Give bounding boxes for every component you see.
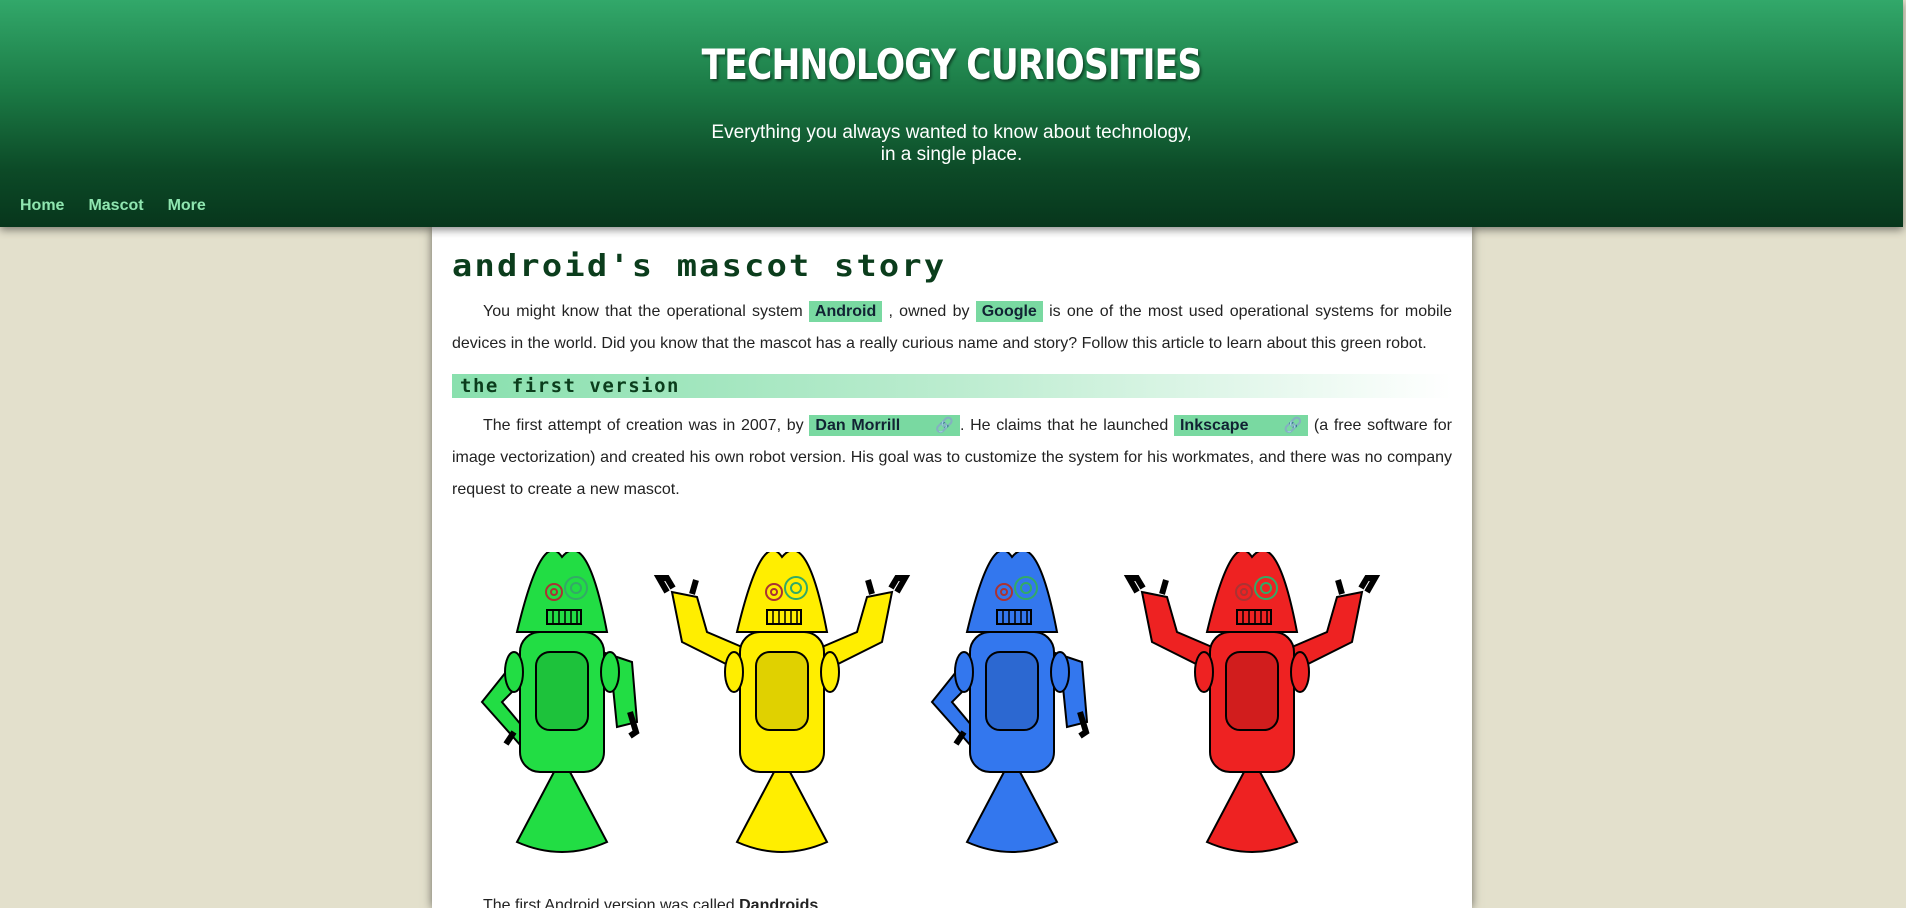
dan-morrill-label: Dan Morrill (815, 417, 901, 434)
intro-paragraph: You might know that the operational syst… (452, 296, 1452, 360)
blue-robot (930, 552, 1090, 853)
green-robot (480, 552, 640, 853)
inkscape-link[interactable]: Inkscape 🔗 (1173, 415, 1309, 436)
red-robot (1123, 552, 1381, 853)
fv-text-1: The first attempt of creation was in 200… (483, 417, 804, 434)
article-content: Android's mascot story You might know th… (432, 227, 1472, 908)
page-title: Android's mascot story (452, 249, 947, 284)
section-title-first-version: The first version (452, 374, 1452, 398)
site-header: TECHNOLOGY CURIOSITIES Everything you al… (0, 0, 1903, 227)
nav-mascot[interactable]: Mascot (88, 197, 143, 215)
yellow-robot (653, 552, 911, 853)
first-version-paragraph: The first attempt of creation was in 200… (452, 410, 1452, 506)
cut-text: The first Android version was called (483, 897, 735, 908)
dandroids-bold: Dandroids (739, 897, 819, 908)
android-highlight: Android (808, 301, 883, 322)
tagline-line-1: Everything you always wanted to know abo… (711, 122, 1192, 143)
site-title: TECHNOLOGY CURIOSITIES (701, 40, 1203, 89)
nav-more[interactable]: More (168, 197, 206, 215)
site-tagline: Everything you always wanted to know abo… (0, 122, 1903, 166)
intro-text-1: You might know that the operational syst… (483, 303, 803, 320)
nav-home[interactable]: Home (20, 197, 64, 215)
link-icon: 🔗 (1283, 417, 1303, 434)
inkscape-label: Inkscape (1179, 417, 1249, 434)
tagline-line-2: in a single place. (880, 144, 1023, 165)
main-nav: Home Mascot More (20, 197, 206, 215)
robots-illustration (480, 552, 1381, 853)
next-paragraph-partial: The first Android version was called Dan… (452, 897, 818, 908)
robot-mascots-image (452, 552, 1452, 858)
link-icon: 🔗 (935, 417, 954, 434)
dan-morrill-link[interactable]: Dan Morrill 🔗 (809, 415, 960, 436)
fv-text-2: . He claims that he launched (959, 417, 1169, 434)
google-highlight: Google (975, 301, 1043, 322)
intro-text-2: , owned by (888, 303, 970, 320)
